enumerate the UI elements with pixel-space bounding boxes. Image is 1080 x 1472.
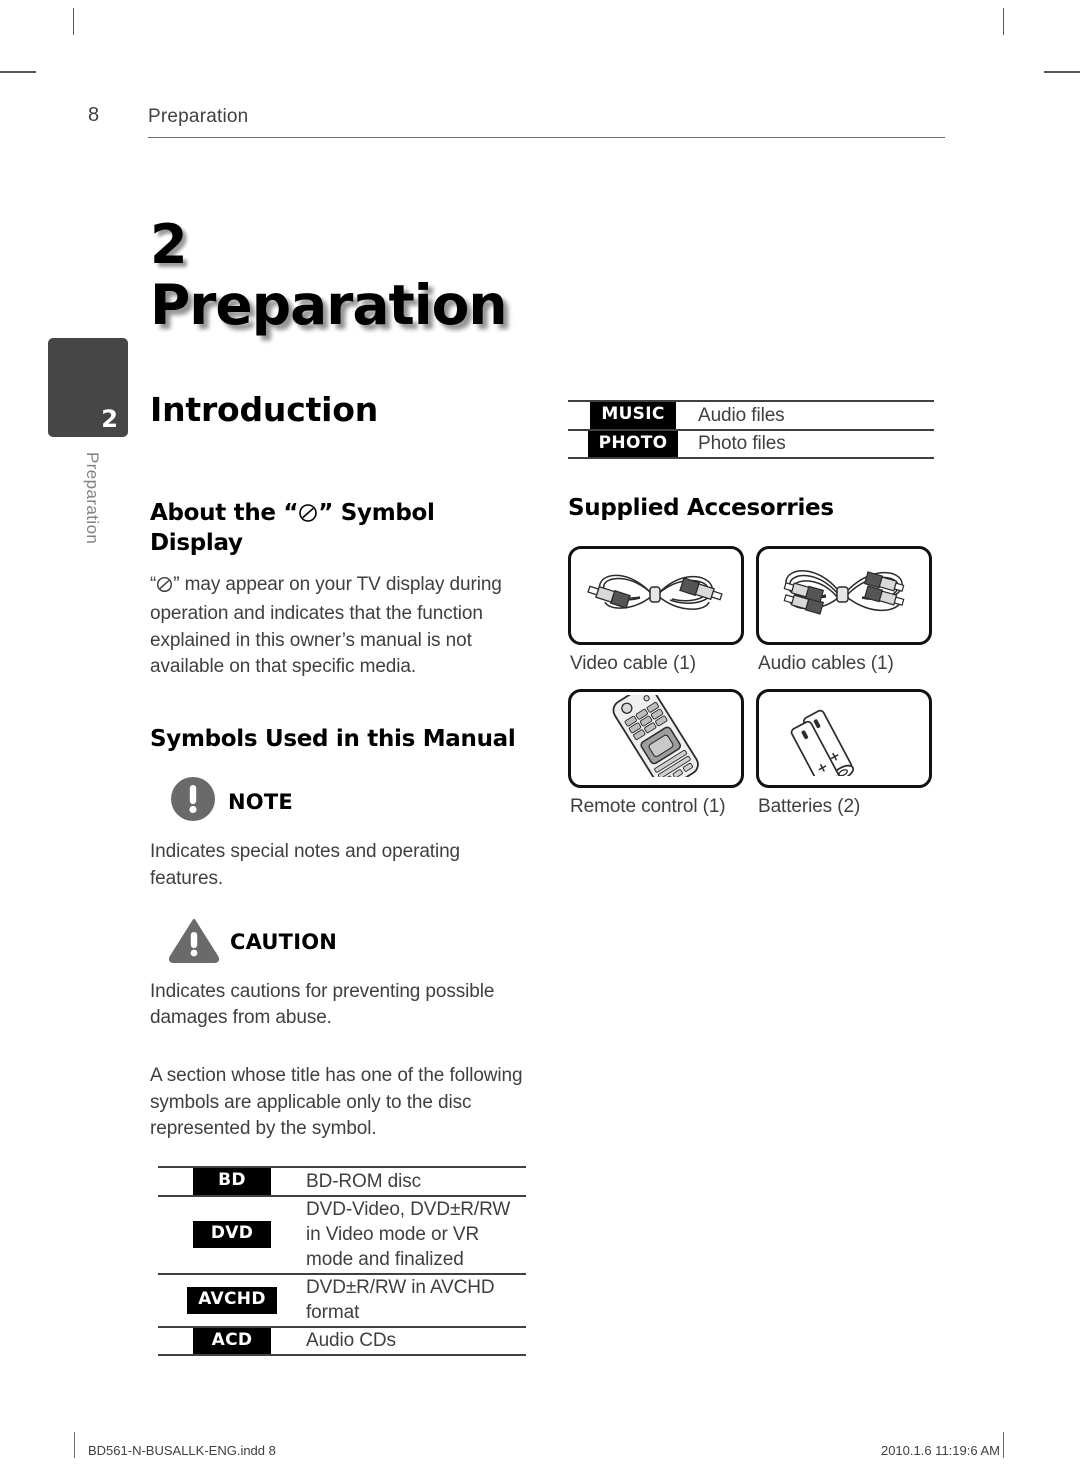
- file-description-cell: Photo files: [698, 428, 934, 460]
- header-divider: [148, 137, 945, 138]
- accessories-grid: Video cable (1) Audio cables (1) Remote …: [568, 545, 943, 832]
- running-header-title: Preparation: [148, 106, 249, 127]
- no-symbol-icon: [156, 575, 173, 601]
- disc-symbol-table: BD BD-ROM disc DVD DVD-Video, DVD±R/RW i…: [158, 1166, 526, 1357]
- disc-description-cell: DVD±R/RW in AVCHD format: [306, 1272, 526, 1327]
- table-row: PHOTO Photo files: [568, 428, 934, 460]
- table-row: ACD Audio CDs: [158, 1325, 526, 1357]
- note-exclamation-circle-icon: [168, 774, 218, 829]
- accessory-label: Batteries (2): [758, 795, 861, 817]
- footer-file-name: BD561-N-BUSALLK-ENG.indd 8: [88, 1443, 276, 1458]
- chapter-title: Preparation: [150, 273, 508, 337]
- caution-heading: CAUTION: [168, 916, 525, 969]
- audio-cables-box: [756, 545, 932, 645]
- side-tab: 2: [48, 338, 128, 437]
- about-symbol-heading: About the “” Symbol Display: [150, 500, 525, 556]
- caution-exclamation-triangle-icon: [168, 916, 220, 969]
- crop-mark-top-left: [73, 8, 74, 35]
- accessory-item: Remote control (1): [568, 685, 754, 832]
- about-paragraph-text: ” may appear on your TV display during o…: [150, 574, 502, 677]
- accessory-label: Audio cables (1): [758, 652, 894, 674]
- caution-label: CAUTION: [230, 930, 338, 955]
- status-badge: DVD: [193, 1221, 271, 1249]
- batteries-icon: + +: [771, 696, 917, 792]
- footer-tick-left: [74, 1432, 75, 1458]
- remote-control-icon: [580, 685, 732, 789]
- side-tab-number: 2: [101, 405, 118, 433]
- disc-description-cell: Audio CDs: [306, 1325, 526, 1357]
- disc-symbols-intro: A section whose title has one of the fol…: [150, 1065, 523, 1139]
- crop-mark-right: [1044, 71, 1080, 73]
- table-row: AVCHD DVD±R/RW in AVCHD format: [158, 1272, 526, 1327]
- video-cable-box: [568, 545, 744, 645]
- disc-description-cell: BD-ROM disc: [306, 1166, 526, 1196]
- side-tab-label: Preparation: [83, 452, 102, 545]
- status-badge: AVCHD: [187, 1287, 277, 1314]
- file-badge-cell: PHOTO: [568, 428, 698, 460]
- page-number: 8: [88, 104, 100, 126]
- about-symbol-heading-prefix: About the “: [150, 500, 299, 527]
- disc-badge-cell: BD: [158, 1166, 306, 1196]
- disc-badge-cell: AVCHD: [158, 1272, 306, 1327]
- note-text: Indicates special notes and operating fe…: [150, 841, 461, 889]
- table-row: MUSIC Audio files: [568, 400, 934, 430]
- batteries-box: + +: [756, 688, 932, 792]
- status-badge: MUSIC: [590, 402, 676, 429]
- crop-mark-top-right: [1003, 8, 1004, 35]
- remote-control-box: [568, 685, 744, 789]
- left-column: Introduction About the “” Symbol Display…: [150, 390, 526, 1357]
- footer-tick-right: [1003, 1432, 1004, 1458]
- disc-badge-cell: DVD: [158, 1194, 306, 1274]
- accessory-item: Audio cables (1): [756, 545, 942, 689]
- note-label: NOTE: [228, 789, 293, 814]
- file-badge-cell: MUSIC: [568, 400, 698, 430]
- symbols-used-heading: Symbols Used in this Manual: [150, 726, 516, 753]
- supplied-accessories-heading: Supplied Accesorries: [568, 495, 834, 522]
- caution-text: Indicates cautions for preventing possib…: [150, 980, 495, 1029]
- file-description-cell: Audio files: [698, 400, 934, 430]
- note-heading: NOTE: [168, 774, 525, 829]
- chapter-number: 2: [150, 213, 188, 276]
- file-symbol-table: MUSIC Audio files PHOTO Photo files: [568, 400, 934, 460]
- footer-timestamp: 2010.1.6 11:19:6 AM: [880, 1443, 1000, 1458]
- right-column: MUSIC Audio files PHOTO Photo files Supp…: [568, 392, 943, 832]
- crop-mark-left: [0, 71, 36, 73]
- page-title: Introduction: [150, 390, 379, 429]
- disc-badge-cell: ACD: [158, 1325, 306, 1357]
- accessory-label: Remote control (1): [570, 795, 726, 817]
- audio-cables-icon: [768, 554, 920, 637]
- status-badge: ACD: [193, 1327, 271, 1355]
- status-badge: BD: [193, 1168, 271, 1195]
- about-symbol-paragraph: “” may appear on your TV display during …: [150, 572, 522, 680]
- status-badge: PHOTO: [587, 430, 679, 458]
- disc-description-cell: DVD-Video, DVD±R/RW in Video mode or VR …: [306, 1194, 526, 1274]
- accessory-label: Video cable (1): [570, 652, 696, 674]
- video-cable-icon: [580, 554, 732, 637]
- no-symbol-icon: [298, 503, 318, 529]
- accessory-item: + + Batteries (2): [756, 688, 942, 832]
- table-row: DVD DVD-Video, DVD±R/RW in Video mode or…: [158, 1194, 526, 1274]
- table-row: BD BD-ROM disc: [158, 1166, 526, 1196]
- accessory-item: Video cable (1): [568, 545, 754, 689]
